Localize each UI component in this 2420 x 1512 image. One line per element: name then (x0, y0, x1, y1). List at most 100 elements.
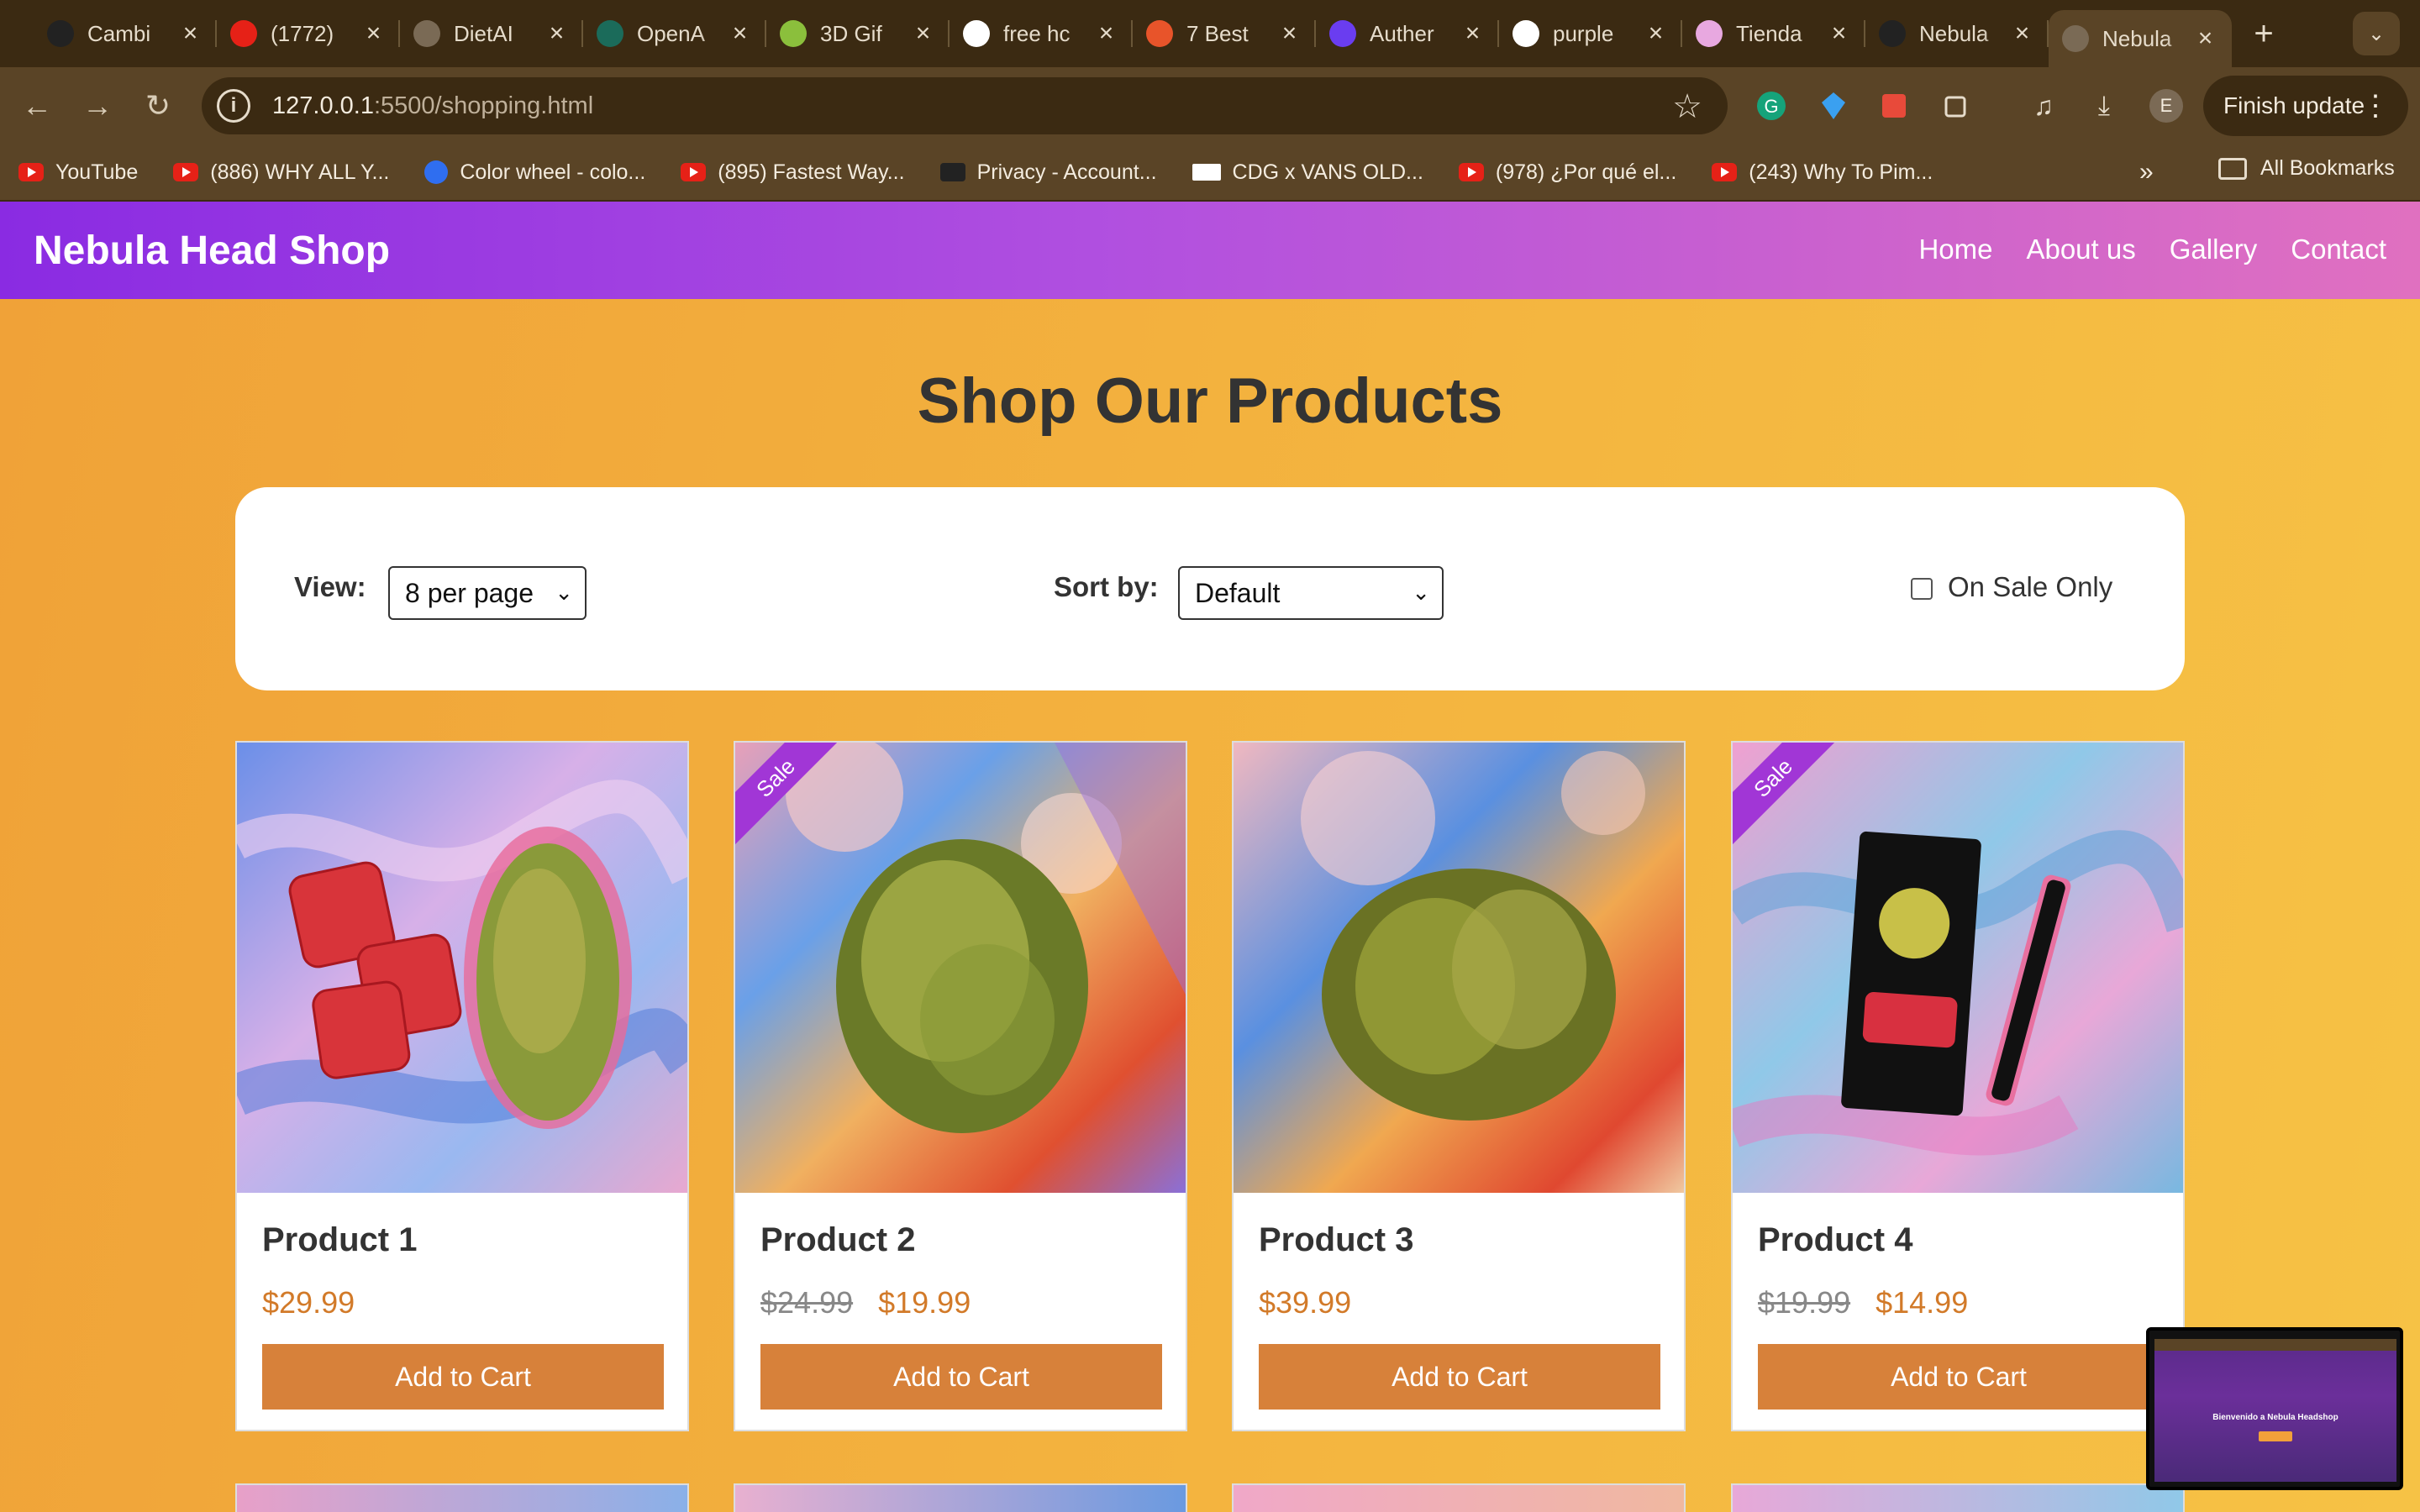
add-to-cart-button[interactable]: Add to Cart (1758, 1344, 2160, 1410)
downloads-icon[interactable]: ⤓ (2084, 86, 2124, 126)
close-tab-icon[interactable]: × (727, 19, 753, 48)
nav-contact-link[interactable]: Contact (2291, 234, 2386, 265)
product-card: Product 1 $29.99 Add to Cart (235, 741, 689, 1431)
product-card-partial[interactable] (235, 1483, 689, 1512)
on-sale-checkbox[interactable] (1911, 578, 1933, 600)
site-logo[interactable]: Nebula Head Shop (34, 228, 390, 274)
close-tab-icon[interactable]: × (1093, 19, 1119, 48)
bookmark-item[interactable]: (886) WHY ALL Y... (173, 160, 389, 185)
tab-title: 3D Gif (820, 20, 882, 46)
product-image[interactable] (1234, 743, 1684, 1193)
bookmark-item[interactable]: Color wheel - colo... (424, 160, 645, 185)
product-card: Sale Product 4 $19.99 $14.99 Add to Cart (1731, 741, 2185, 1431)
gif-icon (780, 20, 807, 47)
add-to-cart-button[interactable]: Add to Cart (262, 1344, 664, 1410)
bookmark-item[interactable]: Privacy - Account... (939, 160, 1157, 185)
close-tab-icon[interactable]: × (2192, 24, 2218, 53)
product-name[interactable]: Product 3 (1259, 1221, 1413, 1259)
bookmark-item[interactable]: CDG x VANS OLD... (1192, 160, 1423, 185)
tab-search-button[interactable]: ⌄ (2353, 12, 2400, 55)
site-info-icon[interactable]: i (217, 89, 250, 123)
reload-button[interactable]: ↻ (134, 82, 182, 129)
forward-button[interactable]: → (74, 82, 121, 129)
product-image[interactable] (1733, 743, 2183, 1193)
current-price: $39.99 (1259, 1285, 1352, 1320)
url-text[interactable]: 127.0.0.1:5500/shopping.html (272, 92, 593, 120)
nav-about-link[interactable]: About us (2026, 234, 2135, 265)
calendar-extension-icon[interactable] (1874, 86, 1914, 126)
tab-title: OpenA (637, 20, 705, 46)
product-card-partial[interactable] (1232, 1483, 1686, 1512)
add-to-cart-button[interactable]: Add to Cart (1259, 1344, 1660, 1410)
product-price: $19.99 $14.99 (1758, 1285, 1968, 1320)
new-tab-button[interactable]: + (2238, 8, 2289, 59)
browser-tab[interactable]: 7 Best × (1133, 0, 1316, 67)
tab-title: free hc (1003, 20, 1071, 46)
address-bar[interactable]: i 127.0.0.1:5500/shopping.html ☆ (202, 77, 1728, 134)
product-image[interactable] (237, 743, 687, 1193)
grammarly-extension-icon[interactable]: G (1751, 86, 1791, 126)
browser-tab[interactable]: free hc × (950, 0, 1133, 67)
view-label: View: (294, 571, 366, 602)
close-tab-icon[interactable]: × (1643, 19, 1669, 48)
bookmark-label: (895) Fastest Way... (718, 160, 905, 184)
browser-tab[interactable]: (1772) × (217, 0, 400, 67)
product-name[interactable]: Product 2 (760, 1221, 915, 1259)
sort-by-select[interactable]: Default ⌄ (1178, 566, 1444, 620)
on-sale-label[interactable]: On Sale Only (1948, 571, 2112, 603)
nav-home-link[interactable]: Home (1918, 234, 1992, 265)
close-tab-icon[interactable]: × (360, 19, 387, 48)
tab-title: purple (1553, 20, 1614, 46)
browser-tab[interactable]: purple × (1499, 0, 1682, 67)
all-bookmarks-button[interactable]: All Bookmarks (2218, 156, 2395, 181)
browser-tab[interactable]: 3D Gif × (766, 0, 950, 67)
url-host: 127.0.0.1 (272, 92, 374, 119)
all-bookmarks-label: All Bookmarks (2260, 156, 2395, 180)
cdg-icon (1192, 164, 1221, 181)
browser-tab[interactable]: Nebula × (1865, 0, 2049, 67)
finish-update-label: Finish update (2223, 92, 2365, 118)
finish-update-button[interactable]: Finish update ⋮ (2203, 76, 2408, 136)
bookmark-item[interactable]: (978) ¿Por qué el... (1458, 160, 1676, 185)
product-image[interactable] (735, 743, 1186, 1193)
view-select-value: 8 per page (405, 577, 534, 608)
browser-tab[interactable]: Nebula × (2049, 10, 2232, 67)
bookmark-star-icon[interactable]: ☆ (1672, 87, 1702, 126)
product-price: $29.99 (262, 1285, 355, 1320)
more-bookmarks-chevron-icon[interactable]: » (2139, 158, 2154, 186)
view-per-page-select[interactable]: 8 per page ⌄ (388, 566, 587, 620)
gem-extension-icon[interactable] (1813, 86, 1854, 126)
close-tab-icon[interactable]: × (1460, 19, 1486, 48)
browser-tab[interactable]: Cambi × (34, 0, 217, 67)
bookmark-label: CDG x VANS OLD... (1232, 160, 1423, 184)
picture-in-picture-window[interactable]: Bienvenido a Nebula Headshop (2146, 1327, 2403, 1490)
product-card-partial[interactable] (1731, 1483, 2185, 1512)
close-tab-icon[interactable]: × (1276, 19, 1302, 48)
browser-tab[interactable]: DietAI × (400, 0, 583, 67)
back-button[interactable]: ← (13, 82, 60, 129)
close-tab-icon[interactable]: × (544, 19, 570, 48)
google-icon (963, 20, 990, 47)
browser-tab[interactable]: OpenA × (583, 0, 766, 67)
close-tab-icon[interactable]: × (910, 19, 936, 48)
bookmark-item[interactable]: (243) Why To Pim... (1712, 160, 1933, 185)
close-tab-icon[interactable]: × (2009, 19, 2035, 48)
media-controls-icon[interactable]: ♫ (2023, 86, 2064, 126)
bookmark-item[interactable]: (895) Fastest Way... (681, 160, 905, 185)
add-to-cart-button[interactable]: Add to Cart (760, 1344, 1162, 1410)
browser-tab-strip: Cambi × (1772) × DietAI × OpenA × 3D Gif × free hc… (0, 0, 2420, 67)
youtube-icon (1458, 163, 1484, 181)
extensions-puzzle-icon[interactable] (1936, 86, 1976, 126)
folder-icon (2218, 157, 2247, 180)
browser-tab[interactable]: Auther × (1316, 0, 1499, 67)
product-name[interactable]: Product 4 (1758, 1221, 1912, 1259)
close-tab-icon[interactable]: × (177, 19, 203, 48)
browser-tab[interactable]: Tienda × (1682, 0, 1865, 67)
nav-gallery-link[interactable]: Gallery (2170, 234, 2258, 265)
close-tab-icon[interactable]: × (1826, 19, 1852, 48)
current-price: $29.99 (262, 1285, 355, 1320)
profile-avatar[interactable]: E (2149, 89, 2183, 123)
product-card-partial[interactable] (734, 1483, 1187, 1512)
bookmark-item[interactable]: YouTube (18, 160, 138, 185)
product-name[interactable]: Product 1 (262, 1221, 417, 1259)
